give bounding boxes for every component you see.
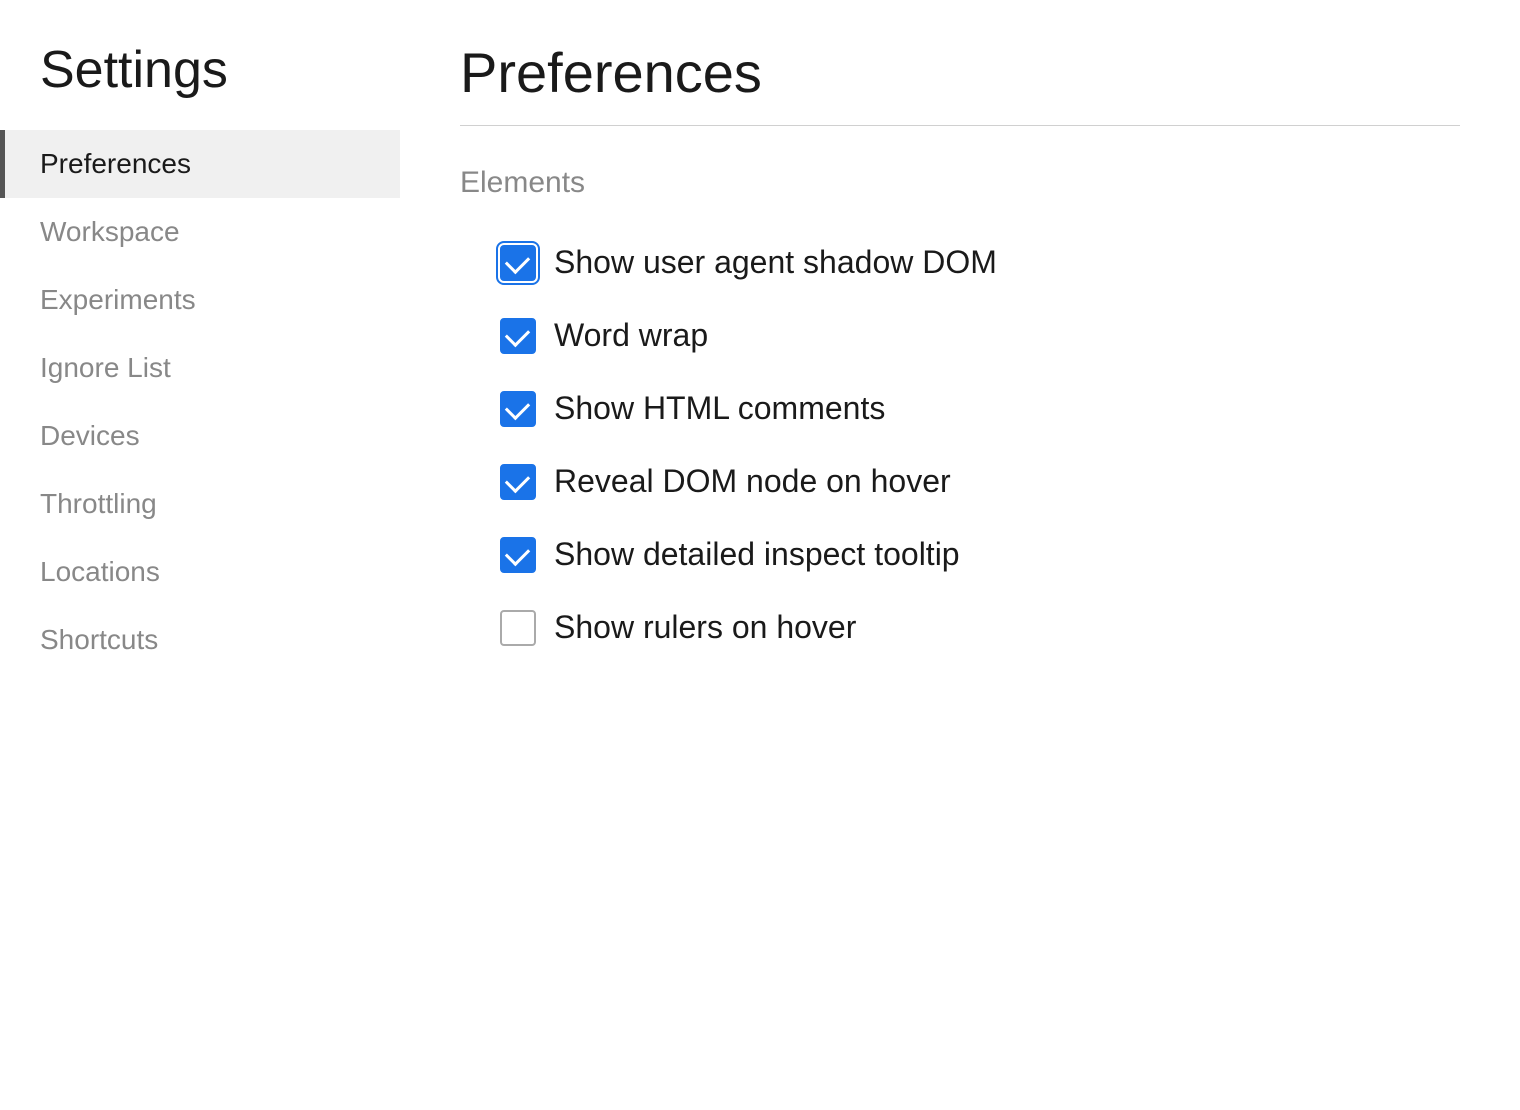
word-wrap-label: Word wrap (554, 317, 708, 354)
sidebar-title: Settings (0, 40, 400, 130)
sidebar-item-locations[interactable]: Locations (0, 538, 400, 606)
sidebar-item-throttling[interactable]: Throttling (0, 470, 400, 538)
reveal-dom-node-on-hover-label: Reveal DOM node on hover (554, 463, 951, 500)
checkbox-item-show-detailed-inspect-tooltip[interactable]: Show detailed inspect tooltip (500, 522, 1460, 587)
sidebar-item-label: Workspace (40, 216, 180, 248)
sidebar-item-label: Preferences (40, 148, 191, 180)
sidebar-item-preferences[interactable]: Preferences (0, 130, 400, 198)
sidebar-item-label: Shortcuts (40, 624, 158, 656)
sidebar-item-experiments[interactable]: Experiments (0, 266, 400, 334)
elements-section: Elements Show user agent shadow DOM Word… (460, 166, 1460, 660)
show-rulers-on-hover-label: Show rulers on hover (554, 609, 856, 646)
checkbox-item-show-user-agent-shadow-dom[interactable]: Show user agent shadow DOM (500, 230, 1460, 295)
sidebar-item-label: Throttling (40, 488, 157, 520)
reveal-dom-node-on-hover-checkbox[interactable] (500, 464, 536, 500)
show-rulers-on-hover-checkbox[interactable] (500, 610, 536, 646)
sidebar: Settings Preferences Workspace Experimen… (0, 0, 400, 1110)
checkbox-item-show-rulers-on-hover[interactable]: Show rulers on hover (500, 595, 1460, 660)
checkbox-item-show-html-comments[interactable]: Show HTML comments (500, 376, 1460, 441)
show-user-agent-shadow-dom-checkbox[interactable] (500, 245, 536, 281)
checkbox-item-reveal-dom-node-on-hover[interactable]: Reveal DOM node on hover (500, 449, 1460, 514)
sidebar-item-workspace[interactable]: Workspace (0, 198, 400, 266)
show-detailed-inspect-tooltip-label: Show detailed inspect tooltip (554, 536, 960, 573)
show-html-comments-checkbox[interactable] (500, 391, 536, 427)
sidebar-item-label: Locations (40, 556, 160, 588)
show-user-agent-shadow-dom-label: Show user agent shadow DOM (554, 244, 997, 281)
section-divider (460, 125, 1460, 126)
sidebar-item-ignore-list[interactable]: Ignore List (0, 334, 400, 402)
sidebar-item-devices[interactable]: Devices (0, 402, 400, 470)
sidebar-item-shortcuts[interactable]: Shortcuts (0, 606, 400, 674)
checkbox-list: Show user agent shadow DOM Word wrap Sho… (460, 230, 1460, 660)
elements-section-title: Elements (460, 166, 1460, 200)
show-detailed-inspect-tooltip-checkbox[interactable] (500, 537, 536, 573)
sidebar-item-label: Devices (40, 420, 140, 452)
show-html-comments-label: Show HTML comments (554, 390, 885, 427)
sidebar-item-label: Ignore List (40, 352, 171, 384)
checkbox-item-word-wrap[interactable]: Word wrap (500, 303, 1460, 368)
word-wrap-checkbox[interactable] (500, 318, 536, 354)
sidebar-item-label: Experiments (40, 284, 196, 316)
main-content: Preferences Elements Show user agent sha… (400, 0, 1520, 1110)
page-title: Preferences (460, 40, 1460, 105)
